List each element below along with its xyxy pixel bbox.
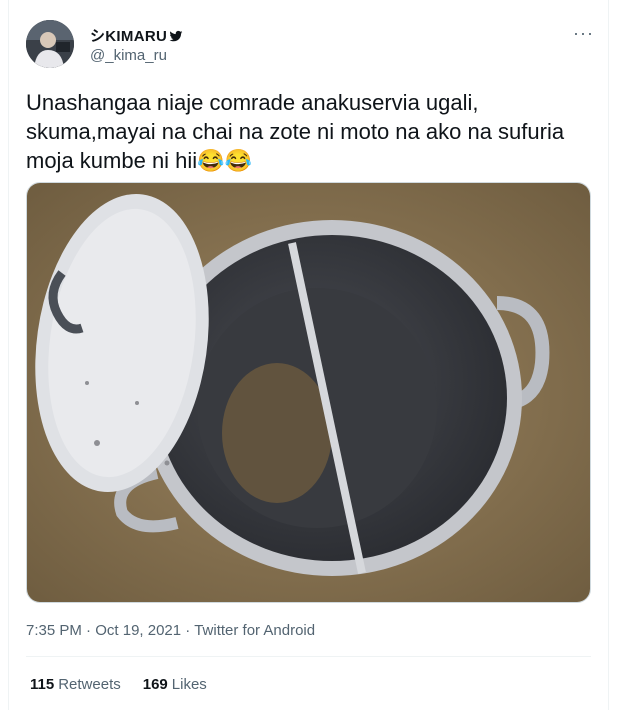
user-avatar-icon xyxy=(26,20,74,68)
meta-separator: · xyxy=(185,622,191,639)
retweets-stat[interactable]: 115 Retweets xyxy=(30,676,121,693)
retweets-count: 115 xyxy=(30,676,55,693)
more-options-icon[interactable]: ··· xyxy=(573,24,594,42)
twitter-bird-icon xyxy=(169,30,183,41)
tweet-media[interactable] xyxy=(26,182,591,603)
tweet-text: Unashangaa niaje comrade anakuservia uga… xyxy=(26,90,565,173)
meta-separator: · xyxy=(86,622,92,639)
likes-count: 169 xyxy=(142,676,168,693)
avatar[interactable] xyxy=(26,20,74,68)
tweet-time[interactable]: 7:35 PM xyxy=(26,622,82,639)
divided-cooking-pot-photo-icon xyxy=(27,183,590,602)
retweets-label: Retweets xyxy=(58,676,121,693)
likes-label: Likes xyxy=(171,676,207,693)
likes-stat[interactable]: 169 Likes xyxy=(143,676,207,693)
author-display-name[interactable]: シKIMARU xyxy=(90,25,183,46)
tweet-stats: 115 Retweets 169 Likes xyxy=(30,676,207,693)
tweet-date[interactable]: Oct 19, 2021 xyxy=(95,622,181,639)
author-handle[interactable]: @_kima_ru xyxy=(90,47,167,64)
author-name-text: シKIMARU xyxy=(90,28,168,45)
tweet-source[interactable]: Twitter for Android xyxy=(194,622,315,639)
stats-divider xyxy=(26,656,591,657)
tweet-meta: 7:35 PM · Oct 19, 2021 · Twitter for And… xyxy=(26,622,315,639)
